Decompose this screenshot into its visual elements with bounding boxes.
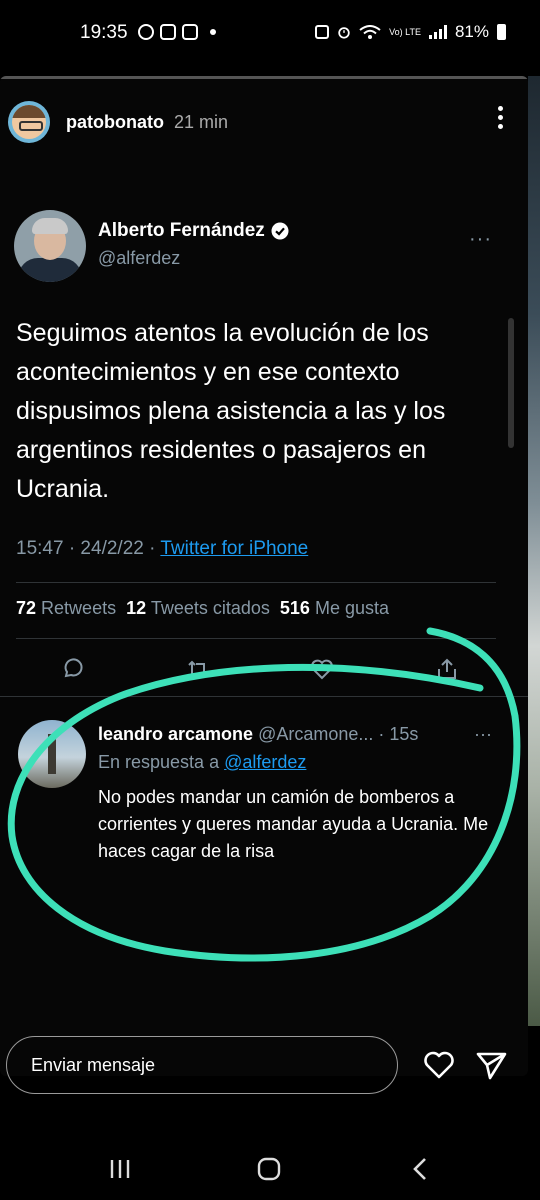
reply-author-avatar xyxy=(18,720,86,788)
status-time: 19:35 xyxy=(80,22,128,43)
reply-in-reply-to: En respuesta a @alferdez xyxy=(98,752,306,773)
tweet-scrollbar xyxy=(508,318,514,448)
message-placeholder: Enviar mensaje xyxy=(31,1055,156,1075)
reply-author-name: leandro arcamone xyxy=(98,724,254,744)
quotes-count: 12 xyxy=(126,598,147,618)
tweet-author-name: Alberto Fernández xyxy=(98,220,265,241)
reply-time: 15s xyxy=(389,724,419,744)
battery-percent: 81% xyxy=(454,22,489,41)
verified-badge-icon xyxy=(271,222,289,240)
recent-apps-icon[interactable] xyxy=(108,1158,132,1180)
home-icon[interactable] xyxy=(256,1156,282,1182)
story-time-ago: 21 min xyxy=(173,111,229,132)
divider xyxy=(16,582,496,583)
avatar-image xyxy=(12,105,46,139)
tweet-meta: 15:47 · 24/2/22 · Twitter for iPhone xyxy=(16,538,308,560)
likes-count: 516 xyxy=(279,598,310,618)
story-user-avatar[interactable] xyxy=(8,101,50,143)
reply-more-icon: ··· xyxy=(474,724,492,744)
tweet-author-avatar xyxy=(14,210,86,282)
heart-icon[interactable] xyxy=(422,1048,456,1082)
message-input[interactable]: Enviar mensaje xyxy=(6,1036,398,1094)
reply-author-handle: @Arcamone... xyxy=(258,724,374,744)
back-icon[interactable] xyxy=(410,1156,430,1182)
messenger-icon xyxy=(138,24,154,40)
navigation-bar xyxy=(0,1136,540,1200)
tweet-timestamp: 15:47 · 24/2/22 · xyxy=(16,538,161,559)
status-bar: 19:35 Vo) LTE 81% xyxy=(0,0,540,64)
reply-icon xyxy=(64,658,83,678)
tweet-text: Seguimos atentos la evolución de los aco… xyxy=(16,319,446,503)
app-icon xyxy=(160,24,176,40)
network-type: Vo) LTE xyxy=(389,26,421,37)
tweet-author-name-row: Alberto Fernández xyxy=(98,220,289,242)
retweets-label: Retweets xyxy=(41,598,117,618)
wifi-icon xyxy=(359,25,381,39)
battery-icon xyxy=(497,24,506,40)
like-icon xyxy=(311,659,334,680)
send-icon[interactable] xyxy=(474,1048,508,1082)
divider xyxy=(0,696,528,697)
instagram-icon xyxy=(182,24,198,40)
tweet-author-handle: @alferdez xyxy=(98,248,181,268)
story-username[interactable]: patobonato xyxy=(66,112,164,133)
tweet-source-link: Twitter for iPhone xyxy=(160,538,309,559)
quotes-label: Tweets citados xyxy=(150,598,270,618)
notification-dot-icon xyxy=(210,29,216,35)
reply-text: No podes mandar un camión de bomberos a … xyxy=(98,787,489,861)
tweet-stats: 72 Retweets 12 Tweets citados 516 Me gus… xyxy=(16,598,389,619)
lock-icon xyxy=(315,25,330,39)
next-story-preview[interactable] xyxy=(528,76,540,1026)
story-header: patobonato 21 min xyxy=(8,98,228,146)
retweets-count: 72 xyxy=(16,598,37,618)
in-reply-prefix: En respuesta a xyxy=(98,752,225,772)
tweet-actions xyxy=(60,656,460,682)
status-notification-icons xyxy=(138,24,216,40)
divider xyxy=(16,638,496,639)
likes-label: Me gusta xyxy=(314,598,390,618)
in-reply-mention: @alferdez xyxy=(224,752,307,772)
share-icon xyxy=(437,658,456,679)
message-bar: Enviar mensaje xyxy=(0,1034,540,1100)
status-system-icons: Vo) LTE 81% xyxy=(315,22,506,42)
retweet-icon xyxy=(187,660,208,678)
story-frame[interactable]: patobonato 21 min Alberto Fernández @alf… xyxy=(0,76,528,1076)
tweet-more-icon: ··· xyxy=(469,228,492,250)
alarm-icon xyxy=(338,27,350,39)
reply-header: leandro arcamone @Arcamone... · 15s xyxy=(98,724,419,744)
story-more-options-icon[interactable] xyxy=(498,106,504,133)
signal-icon xyxy=(428,25,447,39)
story-progress-bar xyxy=(0,76,528,79)
